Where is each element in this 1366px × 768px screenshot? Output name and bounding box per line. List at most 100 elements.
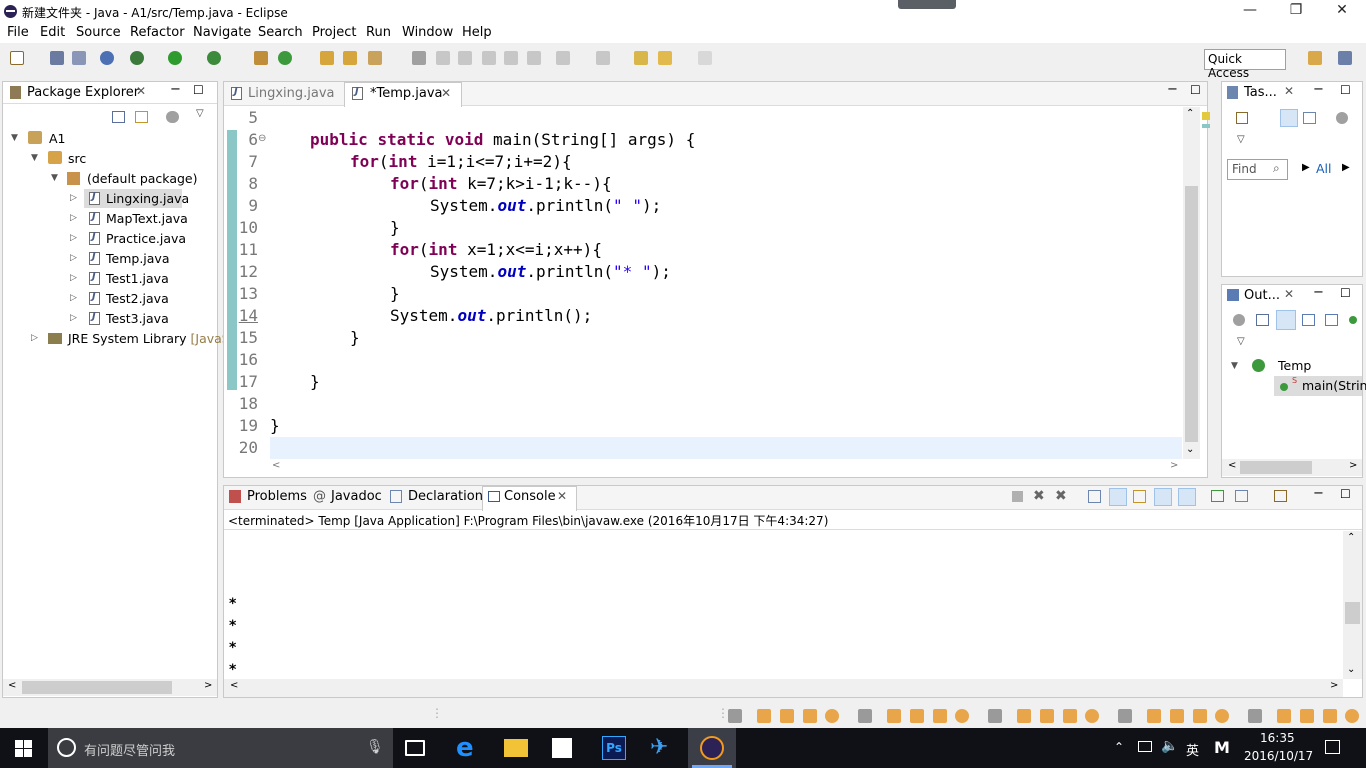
trim-icon[interactable] <box>1040 709 1054 723</box>
store-icon[interactable] <box>552 738 572 758</box>
menu-help[interactable]: Help <box>462 25 492 40</box>
new-java-project-icon[interactable] <box>254 51 268 65</box>
tree-file[interactable]: Test2.java <box>106 291 169 306</box>
chevron-down-icon[interactable]: ▼ <box>31 153 38 163</box>
trim-icon[interactable] <box>757 709 771 723</box>
code-line[interactable]: } <box>350 328 360 347</box>
quick-access-field[interactable]: Quick Access <box>1204 49 1286 80</box>
chevron-down-icon[interactable]: ⌄ <box>1186 444 1194 455</box>
close-icon[interactable]: ✕ <box>1284 287 1294 301</box>
play-icon[interactable]: ▶ <box>1342 162 1350 173</box>
hide-static-icon[interactable] <box>1325 314 1338 326</box>
link-editor-icon[interactable] <box>135 111 148 123</box>
tab-console[interactable]: Console <box>504 489 556 504</box>
scrollbar-thumb[interactable] <box>22 681 172 694</box>
menu-run[interactable]: Run <box>366 25 391 40</box>
filter-icon[interactable] <box>1303 112 1316 124</box>
open-perspective-icon[interactable] <box>1308 51 1322 65</box>
hide-non-public-icon[interactable] <box>1349 316 1357 324</box>
file-explorer-icon[interactable] <box>504 739 528 757</box>
next-annotation-icon[interactable] <box>556 51 570 65</box>
clock-time[interactable]: 16:35 <box>1260 731 1295 745</box>
clear-console-icon[interactable] <box>1088 490 1101 503</box>
minimize-view-icon[interactable]: − <box>170 82 181 97</box>
annotation-icon[interactable] <box>412 51 426 65</box>
outline-method[interactable]: main(Strin <box>1302 378 1366 393</box>
tree-file[interactable]: Test3.java <box>106 311 169 326</box>
scrollbar-thumb[interactable] <box>1185 186 1198 442</box>
minimize-view-icon[interactable]: − <box>1313 486 1324 501</box>
window-grip[interactable] <box>898 0 956 9</box>
chevron-up-icon[interactable]: ⌃ <box>1347 532 1355 543</box>
chevron-right-icon[interactable]: > <box>1349 460 1357 471</box>
hide-fields-icon[interactable] <box>1302 314 1315 326</box>
minimize-view-icon[interactable]: − <box>1167 82 1178 97</box>
chevron-left-icon[interactable]: < <box>230 680 238 691</box>
package-explorer-tab[interactable]: Package Explorer <box>27 85 139 100</box>
remove-all-icon[interactable]: ✖ <box>1055 488 1067 504</box>
outline-tab[interactable]: Out... <box>1244 288 1280 303</box>
tab-javadoc[interactable]: Javadoc <box>331 489 382 504</box>
close-icon[interactable]: ✕ <box>136 84 146 98</box>
run-external-icon[interactable] <box>207 51 221 65</box>
close-button[interactable]: ✕ <box>1319 0 1365 23</box>
code-line[interactable]: System.out.println("* "); <box>430 262 671 281</box>
chevron-right-icon[interactable]: ▷ <box>70 193 77 203</box>
play-icon[interactable]: ▶ <box>1302 162 1310 173</box>
code-line[interactable]: for(int k=7;k>i-1;k--){ <box>390 174 612 193</box>
tab-lingxing[interactable]: Lingxing.java <box>248 86 335 101</box>
microphone-icon[interactable]: 🎙 <box>366 739 384 755</box>
filter-icon[interactable] <box>166 111 179 123</box>
cortana-search-box[interactable]: 有问题尽管问我 🎙 <box>48 728 393 768</box>
trim-icon[interactable] <box>803 709 817 723</box>
collapse-all-icon[interactable] <box>1256 314 1269 326</box>
view-menu-icon[interactable]: ▽ <box>1237 134 1245 145</box>
maximize-view-icon[interactable]: ☐ <box>1340 83 1351 97</box>
scrollbar-thumb[interactable] <box>1240 461 1312 474</box>
run-icon[interactable] <box>168 51 182 65</box>
tab-problems[interactable]: Problems <box>247 489 307 504</box>
task-find-input[interactable]: Find ⌕ <box>1227 159 1288 180</box>
code-line[interactable]: for(int x=1;x<=i;x++){ <box>390 240 602 259</box>
close-icon[interactable]: ✕ <box>1284 84 1294 98</box>
code-line[interactable]: public static void main(String[] args) { <box>310 130 695 149</box>
trim-icon[interactable] <box>1345 709 1359 723</box>
remove-launch-icon[interactable]: ✖ <box>1033 488 1045 504</box>
all-link[interactable]: All <box>1316 161 1332 176</box>
maximize-view-icon[interactable]: ☐ <box>1340 286 1351 300</box>
view-menu-icon[interactable]: ▽ <box>1237 336 1245 347</box>
debug-icon[interactable] <box>130 51 144 65</box>
close-icon[interactable]: ✕ <box>557 489 567 503</box>
tree-src[interactable]: src <box>68 151 86 166</box>
maximize-button[interactable]: ❐ <box>1273 0 1319 23</box>
trim-icon[interactable] <box>1017 709 1031 723</box>
show-stderr-icon[interactable] <box>1178 488 1196 506</box>
maximize-view-icon[interactable]: ☐ <box>1190 83 1201 97</box>
trim-icon[interactable] <box>728 709 742 723</box>
trim-icon[interactable] <box>1118 709 1132 723</box>
tree-default-package[interactable]: (default package) <box>87 171 197 186</box>
minimize-button[interactable]: — <box>1227 0 1273 23</box>
categorize-icon[interactable] <box>1280 109 1298 127</box>
ime-mode-icon[interactable]: M <box>1214 738 1230 757</box>
trim-icon[interactable] <box>1085 709 1099 723</box>
menu-window[interactable]: Window <box>402 25 453 40</box>
trim-icon[interactable] <box>1215 709 1229 723</box>
task-view-icon[interactable] <box>405 740 425 756</box>
code-line[interactable]: for(int i=1;i<=7;i+=2){ <box>350 152 572 171</box>
collapse-all-icon[interactable] <box>112 111 125 123</box>
sort-icon[interactable] <box>1276 310 1296 330</box>
maximize-view-icon[interactable]: ☐ <box>1340 487 1351 501</box>
tree-file[interactable]: Lingxing.java <box>106 191 189 206</box>
trim-icon[interactable] <box>1300 709 1314 723</box>
new-class-icon[interactable] <box>278 51 292 65</box>
trim-icon[interactable] <box>955 709 969 723</box>
photoshop-icon[interactable]: Ps <box>602 736 626 760</box>
chevron-right-icon[interactable]: > <box>204 680 212 691</box>
menu-navigate[interactable]: Navigate <box>193 25 251 40</box>
forward-icon[interactable] <box>698 51 712 65</box>
trim-icon[interactable] <box>910 709 924 723</box>
view-menu-icon[interactable]: ▽ <box>196 108 204 119</box>
tree-project[interactable]: A1 <box>49 131 66 146</box>
new-task-icon[interactable] <box>1236 112 1248 124</box>
